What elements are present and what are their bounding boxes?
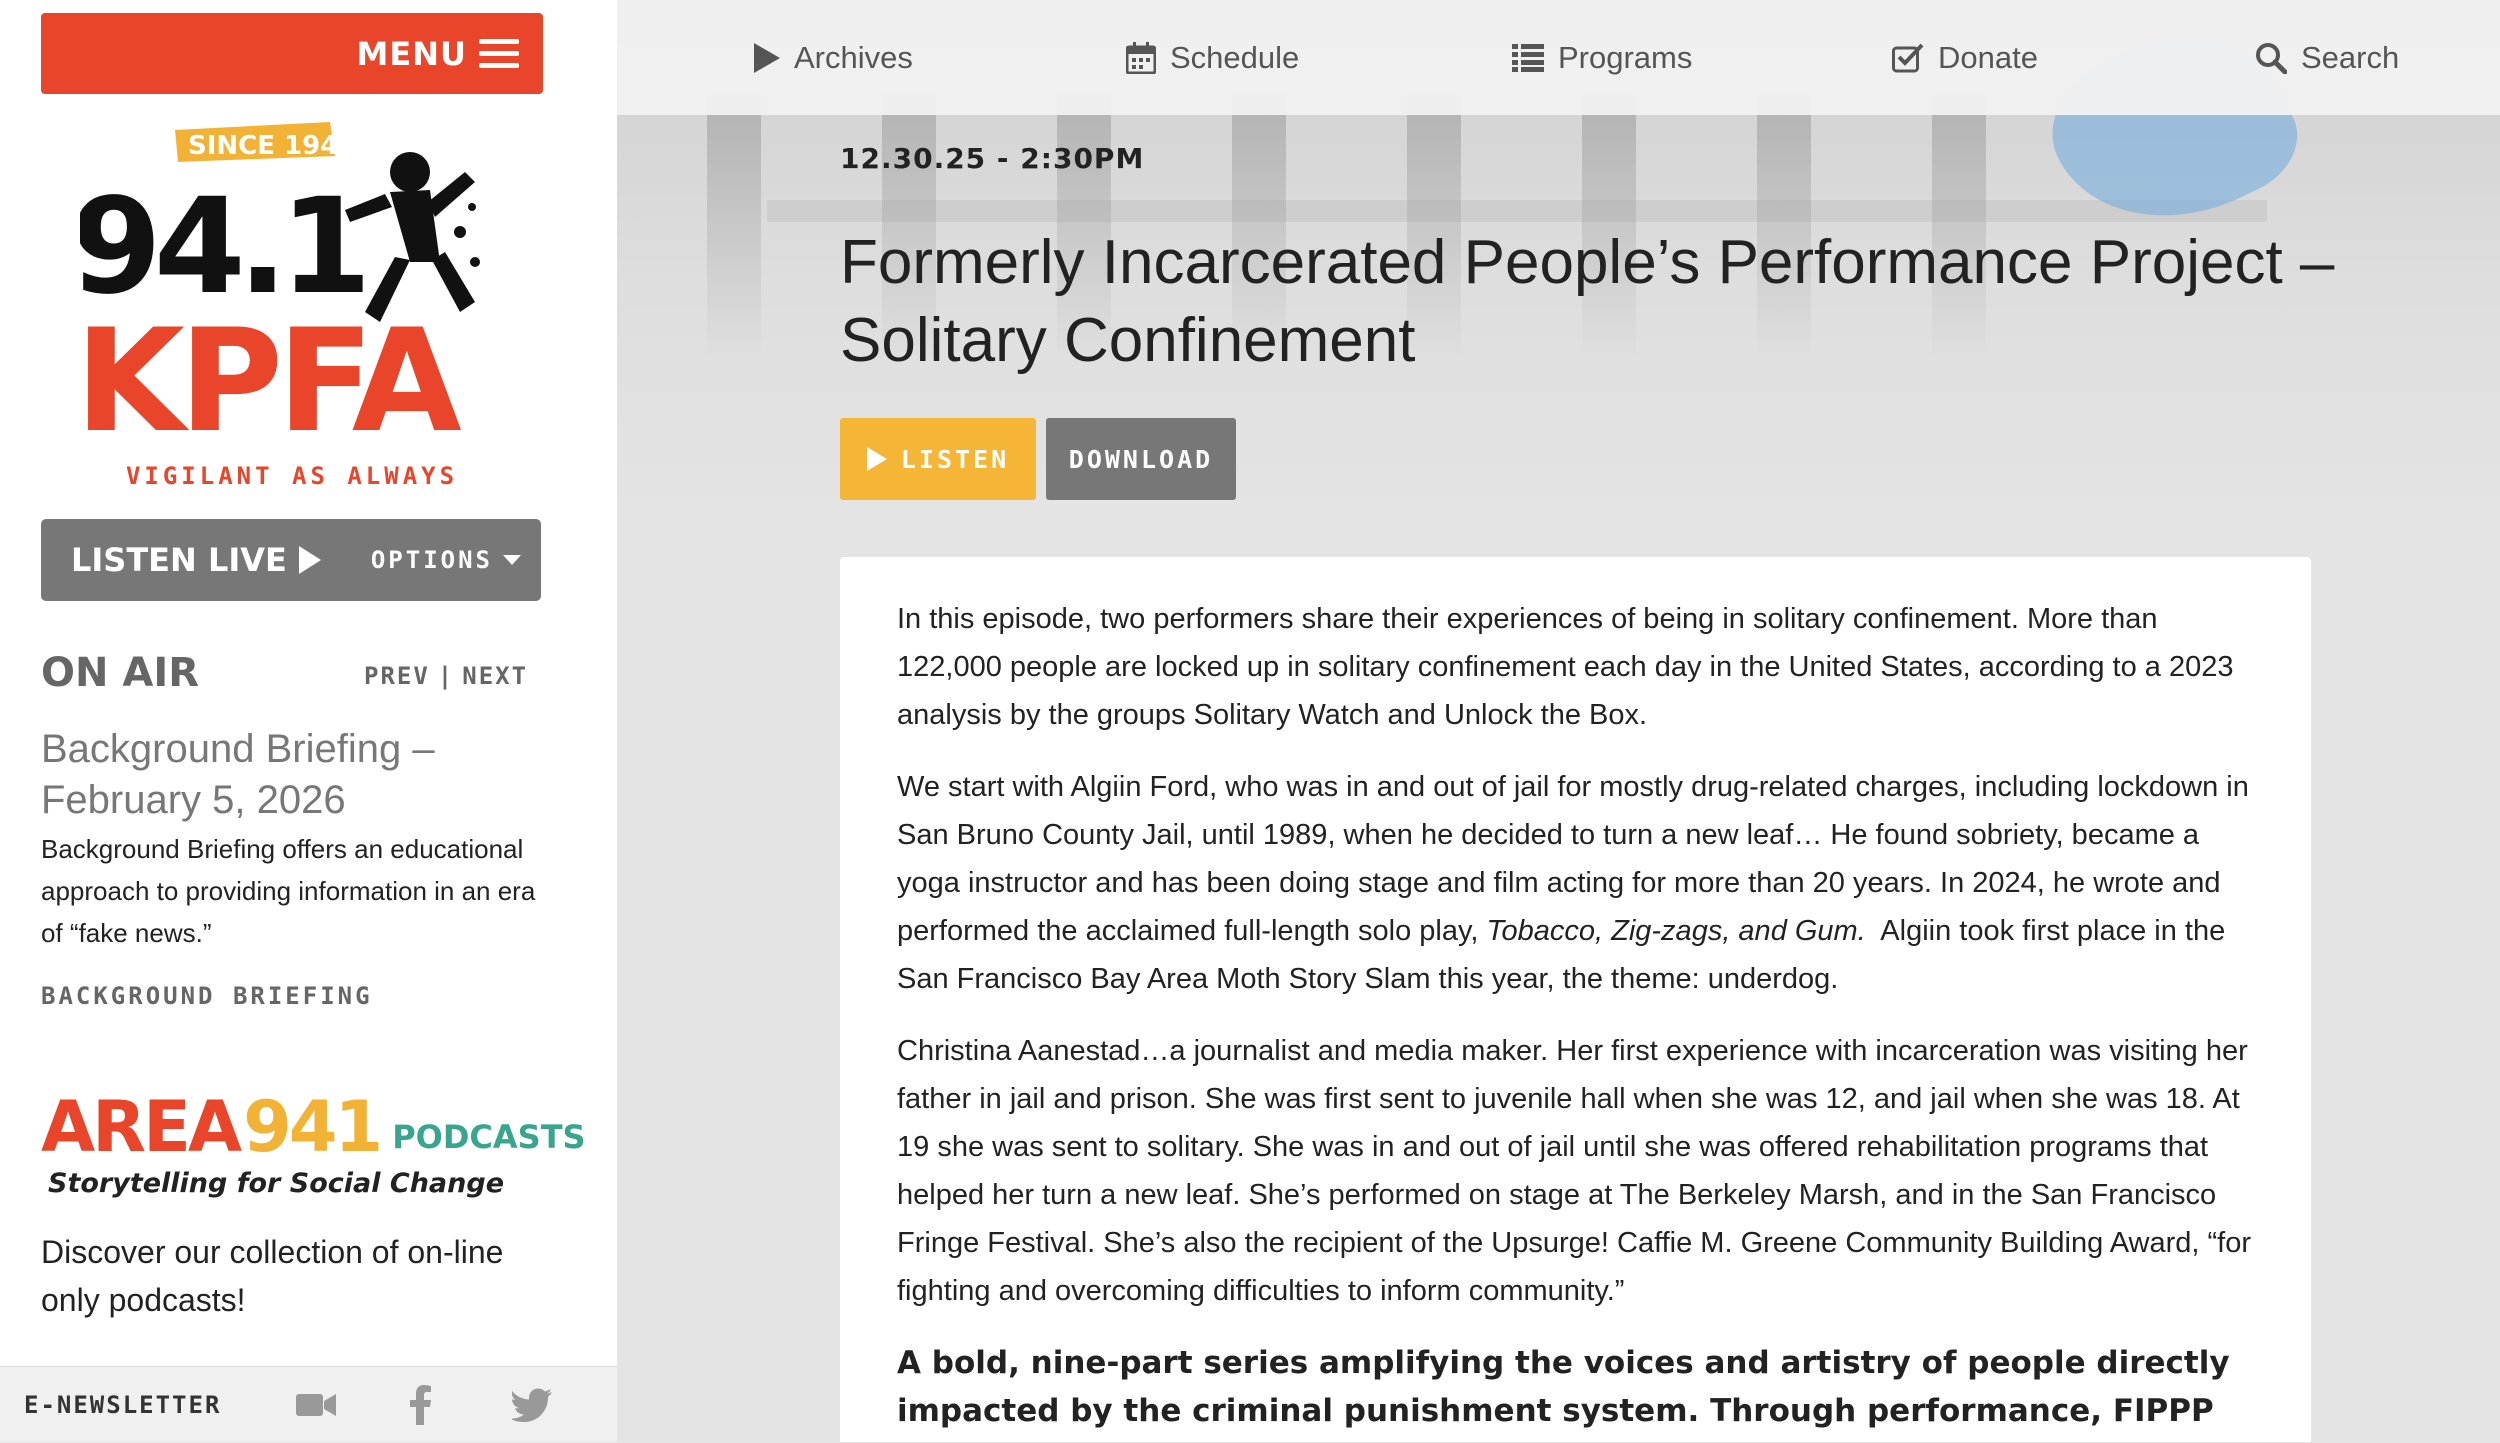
- area941-number: 941: [243, 1086, 383, 1168]
- episode-title: Formerly Incarcerated People’s Performan…: [840, 228, 2335, 375]
- nav-search-label: Search: [2301, 39, 2400, 75]
- nav-donate-label: Donate: [1938, 39, 2038, 75]
- listen-live-bar: LISTEN LIVE OPTIONS: [41, 519, 541, 601]
- listen-live-label: LISTEN LIVE: [71, 541, 287, 579]
- play-title: Tobacco, Zig-zags, and Gum.: [1486, 915, 1866, 947]
- description-paragraph-2: We start with Algiin Ford, who was in an…: [897, 763, 2254, 1003]
- kpfa-logo-graphic: SINCE 1949 94.1 KPFA: [70, 122, 480, 464]
- listen-live-button[interactable]: LISTEN LIVE: [71, 541, 321, 579]
- menu-button[interactable]: MENU: [41, 13, 543, 94]
- on-air-show-description: Background Briefing offers an educationa…: [41, 834, 536, 948]
- nav-schedule[interactable]: Schedule: [1126, 0, 1299, 115]
- on-air-show-title[interactable]: Background Briefing – February 5, 2026: [41, 724, 561, 826]
- on-air-show-tag[interactable]: BACKGROUND BRIEFING: [41, 982, 373, 1010]
- nav-donate[interactable]: Donate: [1892, 0, 2038, 115]
- next-link[interactable]: NEXT: [462, 662, 528, 690]
- play-icon: [866, 447, 887, 471]
- nav-programs-label: Programs: [1558, 39, 1693, 75]
- download-button[interactable]: DOWNLOAD: [1046, 418, 1236, 500]
- station-tagline: VIGILANT AS ALWAYS: [125, 462, 459, 490]
- logo-since-text: SINCE 1949: [188, 131, 356, 161]
- description-paragraph-1: In this episode, two performers share th…: [897, 603, 2234, 731]
- description-paragraph-3: Christina Aanestad…a journalist and medi…: [897, 1035, 2251, 1307]
- area941-description: Discover our collection of on-line only …: [41, 1234, 504, 1318]
- options-label: OPTIONS: [370, 546, 493, 574]
- kpfa-logo[interactable]: SINCE 1949 94.1 KPFA: [70, 112, 510, 464]
- top-navigation: Archives Schedule Programs Donate Search: [617, 0, 2500, 115]
- listen-options-dropdown[interactable]: OPTIONS: [371, 546, 521, 574]
- play-icon: [754, 42, 780, 73]
- list-icon: [1512, 43, 1544, 72]
- area941-podcasts-label: PODCASTS: [392, 1118, 586, 1156]
- prev-link[interactable]: PREV: [364, 662, 430, 690]
- video-camera-icon[interactable]: [296, 1367, 336, 1443]
- episode-description-card: In this episode, two performers share th…: [840, 557, 2311, 1442]
- download-label: DOWNLOAD: [1068, 444, 1214, 474]
- area941-logo[interactable]: AREA 941 PODCASTS: [41, 1086, 586, 1168]
- calendar-icon: [1126, 41, 1156, 74]
- logo-call-letters: KPFA: [80, 299, 462, 442]
- listen-label: LISTEN: [900, 444, 1010, 474]
- episode-date: 12.30.25 - 2:30PM: [840, 142, 1145, 175]
- menu-label: MENU: [356, 34, 467, 73]
- prev-next-nav: PREV | NEXT: [364, 662, 528, 690]
- logo-figure-graphic: [345, 152, 480, 322]
- series-description: A bold, nine-part series amplifying the …: [897, 1345, 2230, 1442]
- sidebar-footer: E-NEWSLETTER: [0, 1366, 617, 1442]
- hamburger-icon: [479, 39, 519, 68]
- checkbox-icon: [1892, 43, 1924, 72]
- prev-next-separator: |: [437, 662, 455, 690]
- search-icon: [2256, 42, 2287, 74]
- caret-down-icon: [503, 555, 521, 565]
- area941-tagline: Storytelling for Social Change: [48, 1168, 505, 1199]
- twitter-icon[interactable]: [512, 1367, 552, 1443]
- sidebar: MENU SINCE 1949 94.1 KPFA VIGILANT AS AL…: [0, 0, 617, 1442]
- nav-archives[interactable]: Archives: [754, 0, 913, 115]
- play-icon: [298, 546, 321, 574]
- enewsletter-link[interactable]: E-NEWSLETTER: [24, 1391, 221, 1419]
- nav-search[interactable]: Search: [2255, 0, 2399, 115]
- area941-word: AREA: [41, 1086, 242, 1168]
- main-content: Archives Schedule Programs Donate Search…: [617, 0, 2500, 1442]
- nav-programs[interactable]: Programs: [1512, 0, 1692, 115]
- nav-archives-label: Archives: [794, 39, 913, 75]
- on-air-heading: ON AIR: [41, 650, 200, 696]
- nav-schedule-label: Schedule: [1170, 39, 1300, 75]
- facebook-icon[interactable]: [410, 1367, 432, 1443]
- listen-button[interactable]: LISTEN: [840, 418, 1036, 500]
